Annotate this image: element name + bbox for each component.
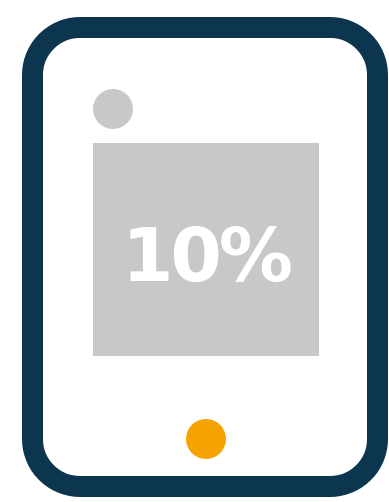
tablet-screen: 10% bbox=[93, 143, 319, 356]
tablet-illustration: 10% bbox=[0, 0, 389, 502]
home-button-icon bbox=[186, 419, 226, 459]
camera-dot-icon bbox=[93, 89, 133, 129]
percentage-label: 10% bbox=[121, 212, 293, 299]
